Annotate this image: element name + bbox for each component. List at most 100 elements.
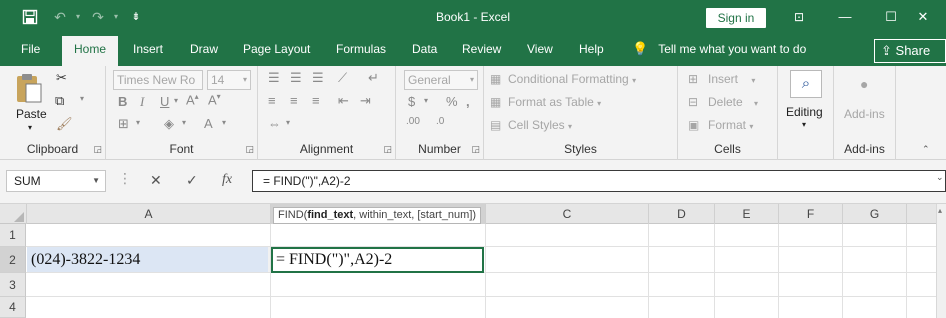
wrap-text-icon[interactable]: ↵: [368, 70, 379, 86]
tab-help[interactable]: Help: [579, 42, 604, 56]
tab-file[interactable]: File: [21, 42, 40, 56]
paste-dropdown-icon[interactable]: ▾: [28, 123, 32, 132]
delete-cells-button[interactable]: ⊟ Delete ▾: [688, 95, 758, 109]
clipboard-group: Paste ▾ ✂ ⧉ ▾ 🖌 Clipboard ◲: [0, 66, 106, 160]
tooltip-function-name: FIND(: [278, 209, 308, 221]
top-align-icon[interactable]: ☰: [268, 70, 280, 86]
conditional-formatting-icon: ▦: [490, 72, 502, 86]
tell-me-box[interactable]: 💡 Tell me what you want to do: [632, 41, 806, 57]
editing-button-label[interactable]: Editing: [786, 105, 823, 119]
tab-data[interactable]: Data: [412, 42, 437, 56]
format-as-table-button[interactable]: ▦ Format as Table ▾: [490, 95, 601, 109]
tab-formulas[interactable]: Formulas: [336, 42, 386, 56]
collapse-ribbon-icon[interactable]: ⌃: [922, 144, 930, 155]
number-format-combo[interactable]: General ▾: [404, 70, 478, 90]
copy-dropdown-icon[interactable]: ▾: [80, 94, 84, 103]
format-painter-icon[interactable]: 🖌: [56, 116, 73, 132]
conditional-formatting-button[interactable]: ▦ Conditional Formatting ▾: [490, 72, 636, 86]
column-header-e[interactable]: E: [715, 204, 779, 224]
close-button[interactable]: ✕: [900, 0, 946, 34]
ribbon-display-icon[interactable]: ⊡: [776, 0, 822, 34]
borders-dropdown-icon[interactable]: ▾: [136, 118, 140, 127]
increase-font-icon[interactable]: A▴: [186, 92, 199, 107]
alignment-launcher-icon[interactable]: ◲: [383, 144, 392, 155]
editing-dropdown-icon[interactable]: ▾: [802, 120, 806, 129]
copy-icon[interactable]: ⧉: [55, 93, 64, 109]
formula-input[interactable]: = FIND(")",A2)-2: [252, 170, 946, 192]
share-button[interactable]: ⇪ Share: [874, 39, 946, 63]
decrease-font-icon[interactable]: A▾: [208, 92, 221, 107]
column-header-d[interactable]: D: [649, 204, 715, 224]
tab-insert[interactable]: Insert: [133, 42, 163, 56]
name-box[interactable]: SUM ▼: [6, 170, 106, 192]
comma-icon[interactable]: ,: [466, 94, 470, 109]
scroll-up-icon[interactable]: ▴: [938, 206, 942, 215]
font-name-combo[interactable]: Times New Ro: [113, 70, 203, 90]
vertical-scrollbar[interactable]: ▴: [936, 204, 946, 318]
addins-button[interactable]: Add-ins: [844, 107, 885, 121]
middle-align-icon[interactable]: ☰: [290, 70, 302, 86]
italic-icon[interactable]: I: [140, 94, 144, 110]
format-cells-button[interactable]: ▣ Format ▾: [688, 118, 753, 132]
column-header-a[interactable]: A: [27, 204, 271, 224]
cell-styles-button[interactable]: ▤ Cell Styles ▾: [490, 118, 572, 132]
currency-icon[interactable]: $: [408, 94, 415, 109]
tab-draw[interactable]: Draw: [190, 42, 218, 56]
orientation-icon[interactable]: ⟋: [338, 70, 347, 86]
minimize-button[interactable]: —: [822, 0, 868, 34]
cell-a2[interactable]: (024)-3822-1234: [27, 247, 270, 272]
chevron-down-icon: ▾: [751, 76, 756, 85]
font-launcher-icon[interactable]: ◲: [245, 144, 254, 155]
borders-icon[interactable]: ⊞: [118, 116, 129, 132]
increase-decimal-icon[interactable]: .00: [406, 116, 420, 127]
column-header-f[interactable]: F: [779, 204, 843, 224]
align-center-icon[interactable]: ≡: [290, 93, 298, 108]
increase-indent-icon[interactable]: ⇥: [360, 93, 371, 109]
grid-line: [26, 296, 946, 297]
align-right-icon[interactable]: ≡: [312, 93, 320, 108]
search-icon[interactable]: ⌕: [790, 70, 822, 98]
row-header-4[interactable]: 4: [0, 297, 26, 318]
fill-color-icon[interactable]: ◈: [164, 116, 174, 132]
merge-dropdown-icon[interactable]: ▾: [286, 118, 290, 127]
align-left-icon[interactable]: ≡: [268, 93, 276, 108]
column-header-c[interactable]: C: [486, 204, 649, 224]
row-header-1[interactable]: 1: [0, 224, 26, 247]
tab-page-layout[interactable]: Page Layout: [243, 42, 310, 56]
tab-home[interactable]: Home: [62, 36, 119, 66]
cell-b2-active[interactable]: = FIND(")",A2)-2: [271, 247, 484, 273]
decrease-indent-icon[interactable]: ⇤: [338, 93, 349, 109]
row-header-3[interactable]: 3: [0, 273, 26, 297]
cut-icon[interactable]: ✂: [56, 70, 67, 86]
decrease-decimal-icon[interactable]: .0: [436, 116, 444, 127]
number-launcher-icon[interactable]: ◲: [471, 144, 480, 155]
cancel-icon[interactable]: ✕: [150, 172, 162, 189]
tab-view[interactable]: View: [527, 42, 553, 56]
clipboard-launcher-icon[interactable]: ◲: [93, 144, 102, 155]
currency-dropdown-icon[interactable]: ▾: [424, 96, 428, 105]
underline-dropdown-icon[interactable]: ▾: [174, 96, 178, 105]
paste-label[interactable]: Paste: [16, 107, 47, 121]
underline-icon[interactable]: U: [160, 94, 169, 109]
select-all-button[interactable]: [0, 204, 27, 224]
column-header-g[interactable]: G: [843, 204, 907, 224]
ribbon-tabs: File Home Insert Draw Page Layout Formul…: [0, 36, 946, 66]
paste-icon[interactable]: [14, 72, 44, 107]
font-color-icon[interactable]: A: [204, 116, 213, 131]
font-size-combo[interactable]: 14 ▾: [207, 70, 251, 90]
font-color-dropdown-icon[interactable]: ▾: [222, 118, 226, 127]
addins-icon[interactable]: ●: [860, 76, 868, 92]
insert-function-icon[interactable]: fx: [222, 172, 232, 188]
sign-in-button[interactable]: Sign in: [706, 8, 766, 28]
row-header-2[interactable]: 2: [0, 247, 26, 273]
merge-center-icon[interactable]: ⇔: [268, 116, 281, 131]
bottom-align-icon[interactable]: ☰: [312, 70, 324, 86]
tab-review[interactable]: Review: [462, 42, 501, 56]
percent-icon[interactable]: %: [446, 94, 458, 109]
fill-color-dropdown-icon[interactable]: ▾: [182, 118, 186, 127]
function-tooltip[interactable]: FIND(find_text, within_text, [start_num]…: [273, 207, 482, 224]
enter-icon[interactable]: ✓: [186, 172, 198, 189]
expand-formula-bar-icon[interactable]: ⌄: [936, 172, 944, 183]
bold-icon[interactable]: B: [118, 94, 127, 109]
insert-cells-button[interactable]: ⊞ Insert ▾: [688, 72, 756, 86]
